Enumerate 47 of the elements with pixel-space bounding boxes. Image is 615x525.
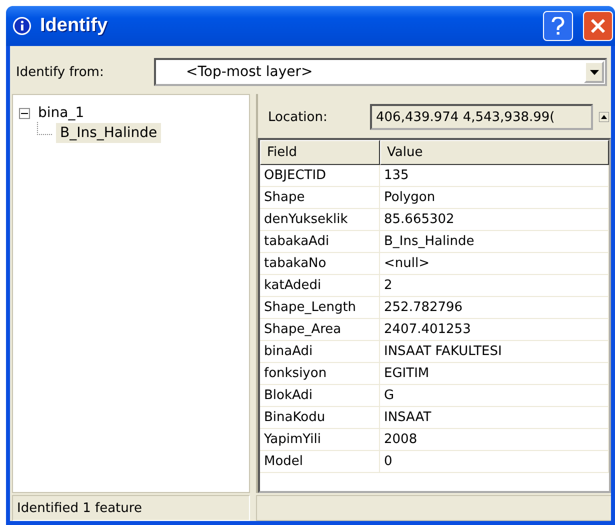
table-cell: B_Ins_Halinde xyxy=(380,231,609,252)
identify-from-label: Identify from: xyxy=(16,64,105,80)
table-cell: 85.665302 xyxy=(380,209,609,230)
table-cell: INSAAT xyxy=(380,407,609,428)
scroll-arrow-icon[interactable] xyxy=(599,112,609,122)
table-cell: Model xyxy=(260,451,380,472)
table-cell: binaAdi xyxy=(260,341,380,362)
table-cell: Shape xyxy=(260,187,380,208)
location-field[interactable]: 406,439.974 4,543,938.99( xyxy=(370,104,593,130)
help-button[interactable] xyxy=(543,11,573,41)
caret-icon xyxy=(590,70,598,74)
info-icon xyxy=(12,16,32,36)
table-cell: INSAAT FAKULTESI xyxy=(380,341,609,362)
table-cell: <null> xyxy=(380,253,609,274)
table-cell: 2407.401253 xyxy=(380,319,609,340)
table-cell: G xyxy=(380,385,609,406)
close-icon xyxy=(590,18,606,34)
table-cell: BlokAdi xyxy=(260,385,380,406)
column-header[interactable]: Field xyxy=(260,140,380,165)
table-cell: denYukseklik xyxy=(260,209,380,230)
table-cell: 2008 xyxy=(380,429,609,450)
dropdown-button[interactable] xyxy=(584,61,604,83)
question-mark-icon xyxy=(551,17,565,35)
table-cell: Shape_Length xyxy=(260,297,380,318)
table-cell: OBJECTID xyxy=(260,165,380,186)
table-cell: tabakaAdi xyxy=(260,231,380,252)
table-cell: Polygon xyxy=(380,187,609,208)
collapse-icon[interactable] xyxy=(19,108,30,118)
table-cell: 0 xyxy=(380,451,609,472)
layer-dropdown[interactable]: <Top-most layer> xyxy=(154,58,607,86)
tree-item[interactable]: bina_1 xyxy=(34,103,88,123)
table-cell: EGITIM xyxy=(380,363,609,384)
table-cell: tabakaNo xyxy=(260,253,380,274)
window-title: Identify xyxy=(40,15,109,37)
table-cell: 252.782796 xyxy=(380,297,609,318)
table-cell: 2 xyxy=(380,275,609,296)
table-cell: Shape_Area xyxy=(260,319,380,340)
tree-item[interactable]: B_Ins_Halinde xyxy=(56,123,162,143)
table-cell: YapimYili xyxy=(260,429,380,450)
status-text: Identified 1 feature xyxy=(12,495,250,521)
table-cell: BinaKodu xyxy=(260,407,380,428)
close-button[interactable] xyxy=(583,11,613,41)
table-cell: 135 xyxy=(380,165,609,186)
location-label: Location: xyxy=(268,110,328,124)
table-cell: fonksiyon xyxy=(260,363,380,384)
table-cell: katAdedi xyxy=(260,275,380,296)
column-header[interactable]: Value xyxy=(380,140,609,165)
